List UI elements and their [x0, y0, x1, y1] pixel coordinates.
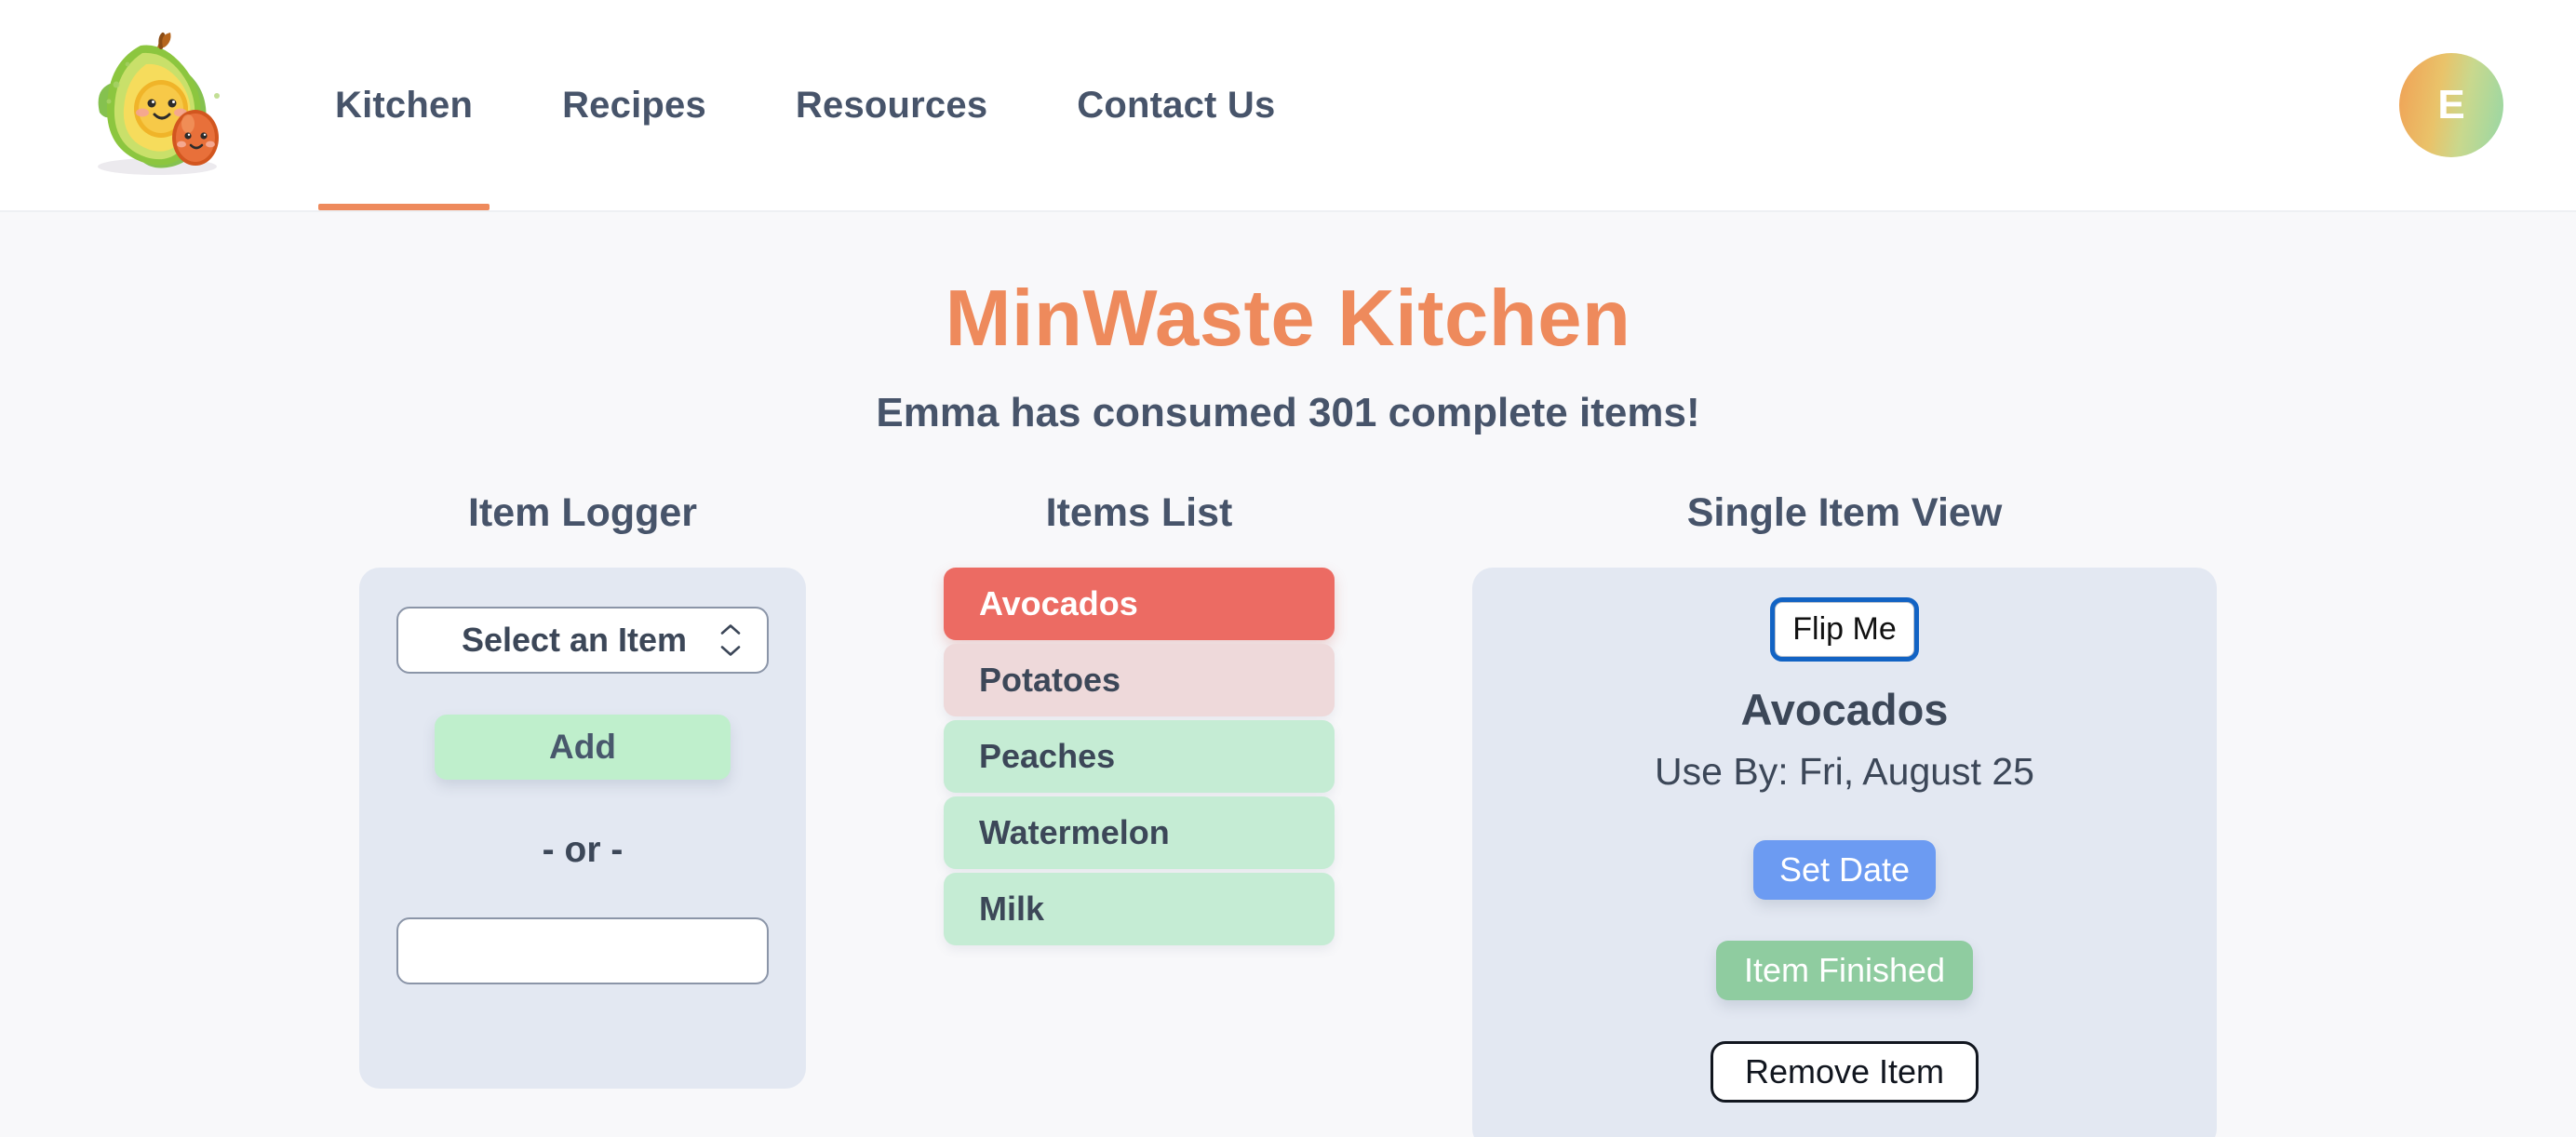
- flip-me-button[interactable]: Flip Me: [1770, 597, 1919, 662]
- list-item-label: Avocados: [979, 584, 1138, 623]
- list-item[interactable]: Avocados: [944, 568, 1335, 641]
- avocado-mascot-logo-icon[interactable]: [67, 26, 244, 184]
- item-logger-card: Select an Item Add - or -: [359, 568, 806, 1090]
- single-item-use-by: Use By: Fri, August 25: [1655, 750, 2034, 794]
- list-item[interactable]: Watermelon: [944, 796, 1335, 870]
- items-list-heading: Items List: [1045, 490, 1233, 536]
- list-item-label: Potatoes: [979, 661, 1121, 700]
- list-item-label: Milk: [979, 890, 1045, 929]
- item-finished-button[interactable]: Item Finished: [1715, 941, 1974, 1001]
- items-list-column: Items List Avocados Potatoes Peaches Wat…: [916, 490, 1362, 946]
- nav-item-recipes[interactable]: Recipes: [517, 0, 751, 210]
- nav-item-label: Kitchen: [335, 84, 474, 126]
- list-item[interactable]: Milk: [944, 873, 1335, 946]
- site-header: Kitchen Recipes Resources Contact Us E: [0, 0, 2576, 212]
- consumed-items-status: Emma has consumed 301 complete items!: [876, 390, 1700, 436]
- list-item[interactable]: Potatoes: [944, 644, 1335, 717]
- custom-item-input[interactable]: [396, 917, 769, 985]
- list-item-label: Peaches: [979, 737, 1116, 776]
- nav-item-contact-us[interactable]: Contact Us: [1032, 0, 1320, 210]
- nav-item-kitchen[interactable]: Kitchen: [290, 0, 517, 210]
- nav-item-label: Recipes: [562, 84, 706, 126]
- chevron-up-down-icon: [718, 623, 743, 658]
- list-item-label: Watermelon: [979, 813, 1170, 852]
- item-logger-heading: Item Logger: [467, 490, 698, 536]
- add-item-button[interactable]: Add: [435, 715, 731, 781]
- page-title: MinWaste Kitchen: [945, 274, 1631, 363]
- select-item-dropdown[interactable]: Select an Item: [396, 607, 769, 675]
- main-content: MinWaste Kitchen Emma has consumed 301 c…: [0, 212, 2576, 1137]
- single-item-view-column: Single Item View Flip Me Avocados Use By…: [1472, 490, 2217, 1137]
- single-item-name: Avocados: [1740, 685, 1949, 735]
- avatar-initial: E: [2437, 82, 2465, 127]
- avatar[interactable]: E: [2399, 53, 2503, 157]
- nav-item-label: Resources: [795, 84, 988, 126]
- single-item-view-heading: Single Item View: [1686, 490, 2003, 536]
- or-divider-label: - or -: [542, 830, 624, 871]
- list-item[interactable]: Peaches: [944, 720, 1335, 794]
- nav-item-label: Contact Us: [1077, 84, 1276, 126]
- remove-item-button[interactable]: Remove Item: [1710, 1041, 1979, 1104]
- select-item-value: Select an Item: [461, 621, 688, 660]
- item-logger-column: Item Logger Select an Item Add - or -: [359, 490, 806, 1090]
- primary-navigation: Kitchen Recipes Resources Contact Us: [290, 0, 1320, 210]
- panels-row: Item Logger Select an Item Add - or - It…: [0, 490, 2576, 1137]
- single-item-card: Flip Me Avocados Use By: Fri, August 25 …: [1472, 568, 2217, 1137]
- set-date-button[interactable]: Set Date: [1752, 840, 1937, 901]
- items-list: Avocados Potatoes Peaches Watermelon Mil…: [944, 568, 1335, 946]
- nav-item-resources[interactable]: Resources: [751, 0, 1032, 210]
